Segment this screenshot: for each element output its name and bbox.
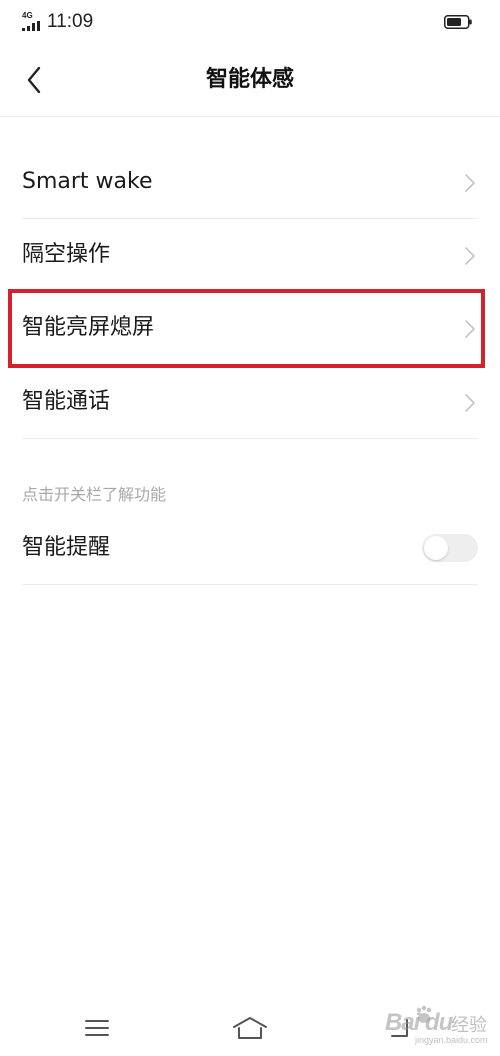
header: 智能体感 [0, 44, 500, 117]
menu-button[interactable] [77, 1012, 117, 1044]
battery-icon [444, 15, 472, 29]
page-title: 智能体感 [205, 67, 294, 92]
settings-item-smart-screen-on-off[interactable]: 智能亮屏熄屏 [22, 292, 478, 365]
navigation-bar [0, 1000, 500, 1056]
settings-item-smart-call[interactable]: 智能通话 [22, 366, 478, 439]
back-arrow-icon [391, 1019, 408, 1037]
section-hint: 点击开关栏了解功能 [22, 485, 167, 504]
toggle-knob [424, 536, 448, 560]
chevron-right-icon [465, 174, 475, 192]
clock: 11:09 [47, 11, 94, 32]
menu-icon [85, 1020, 109, 1036]
settings-item-label: 智能通话 [22, 389, 111, 414]
settings-item-smart-wake[interactable]: Smart wake [22, 146, 478, 219]
settings-item-label: 智能提醒 [22, 535, 111, 560]
home-button[interactable] [230, 1012, 270, 1044]
settings-item-label: 隔空操作 [22, 242, 111, 267]
settings-item-air-gesture[interactable]: 隔空操作 [22, 219, 478, 292]
smart-reminder-toggle[interactable] [422, 534, 478, 562]
settings-item-label: 智能亮屏熄屏 [22, 315, 155, 340]
network-type: 4G [22, 11, 33, 20]
settings-item-label: Smart wake [22, 169, 153, 194]
back-nav-button[interactable] [382, 1012, 422, 1044]
signal-bars-icon: 4G [22, 12, 44, 32]
chevron-right-icon [465, 394, 475, 412]
status-bar: 4G 11:09 [0, 0, 500, 44]
chevron-right-icon [465, 320, 475, 338]
settings-item-smart-reminder: 智能提醒 [22, 512, 478, 585]
chevron-right-icon [465, 247, 475, 265]
home-icon [233, 1017, 267, 1039]
